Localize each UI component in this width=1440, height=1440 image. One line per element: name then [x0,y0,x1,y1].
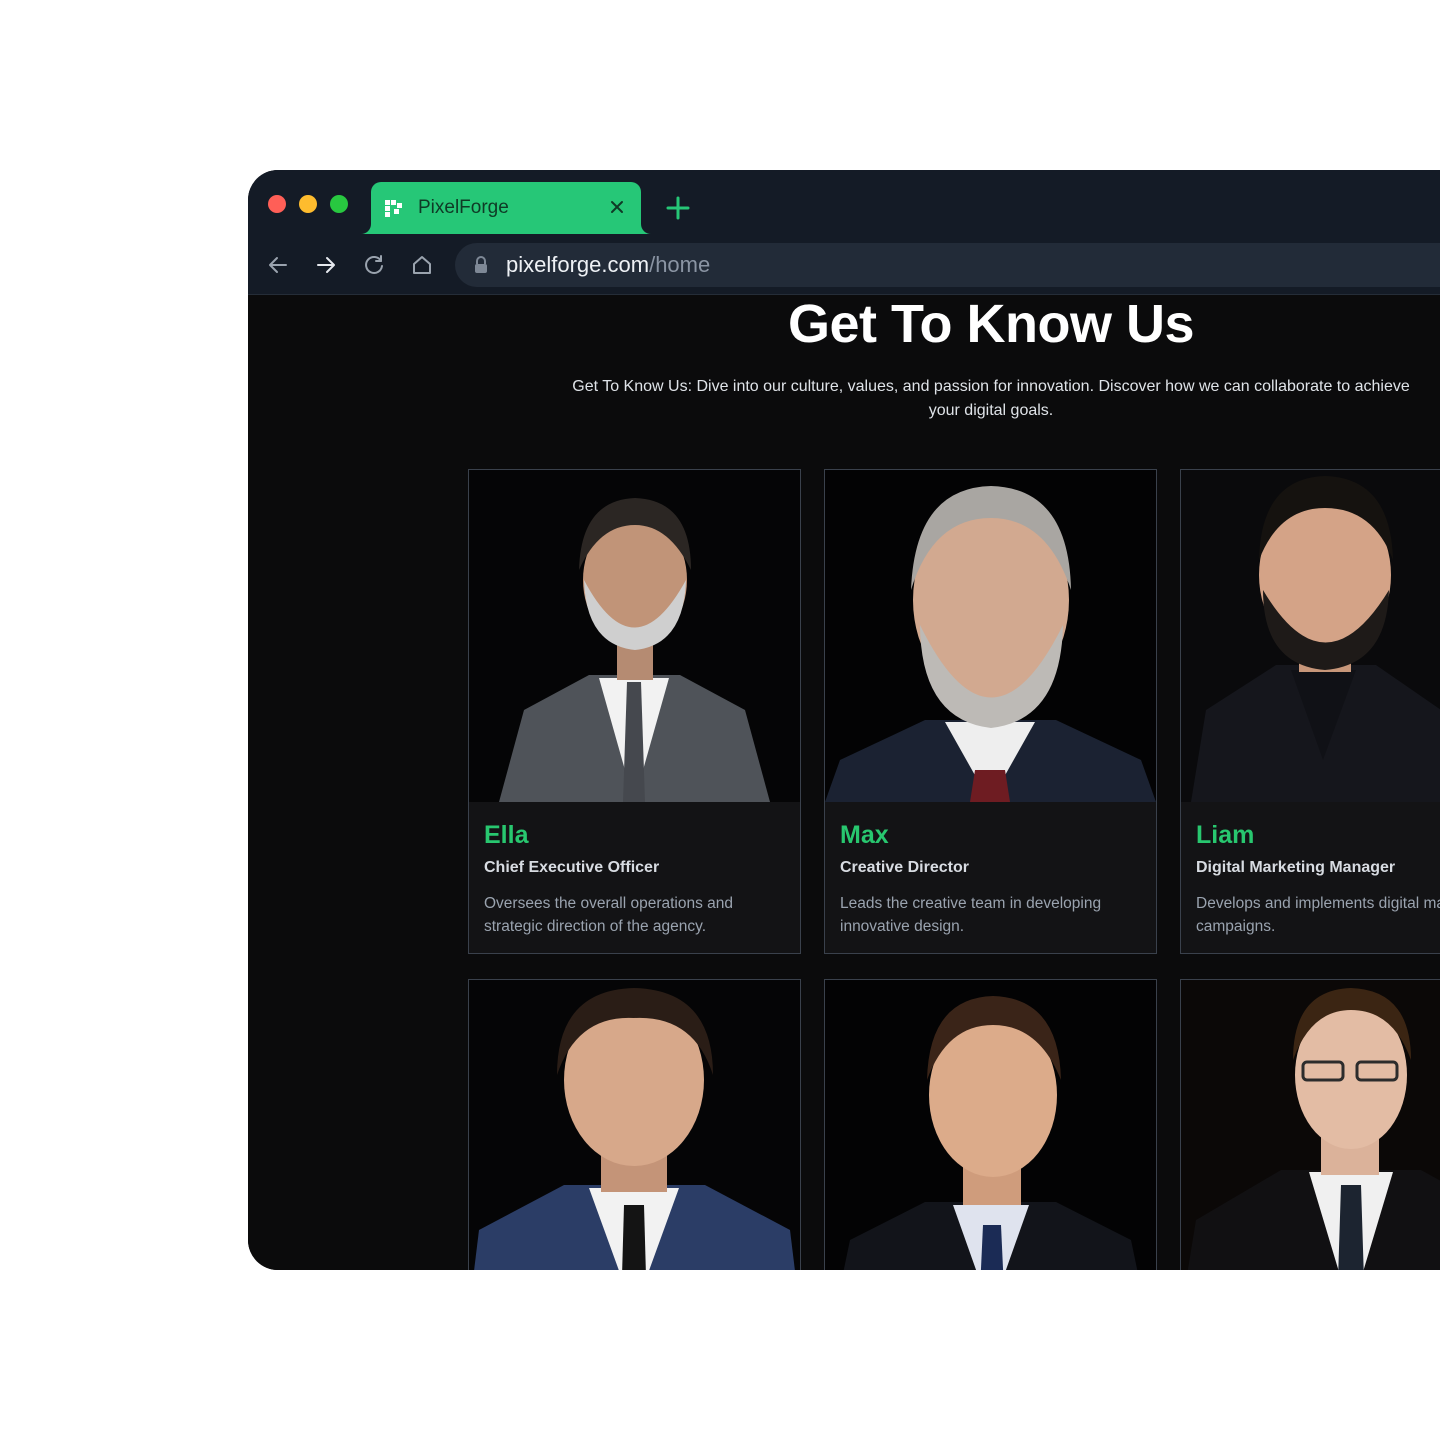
card-body: Liam Digital Marketing Manager Develops … [1196,820,1440,938]
pixelforge-logo-icon [385,200,402,217]
member-name: Ella [484,821,529,849]
navigation-bar: pixelforge.com/home [248,234,1440,295]
member-name: Liam [1196,821,1255,849]
address-bar[interactable]: pixelforge.com/home [455,243,1440,287]
team-photo [1181,980,1440,1270]
team-card-row2-2[interactable] [824,979,1157,1270]
url-text: pixelforge.com/home [506,252,710,278]
tab-bar: PixelForge [248,170,1440,234]
page-subtitle: Get To Know Us: Dive into our culture, v… [572,378,1410,419]
team-photo [825,470,1156,802]
team-card-max[interactable]: Max Creative Director Leads the creative… [824,469,1157,954]
maximize-window-button[interactable] [330,195,348,213]
member-description: Develops and implements digital marketin… [1196,895,1440,935]
forward-arrow-icon[interactable] [313,252,339,278]
member-description: Leads the creative team in developing in… [840,895,1102,935]
member-role: Chief Executive Officer [484,859,660,876]
team-photo [1181,470,1440,802]
team-photo [825,980,1156,1270]
team-card-liam[interactable]: Liam Digital Marketing Manager Develops … [1180,469,1440,954]
tab-pixelforge[interactable]: PixelForge [371,182,641,234]
member-description: Oversees the overall operations and stra… [484,895,734,935]
team-card-row2-1[interactable] [468,979,801,1270]
team-card-row2-3[interactable] [1180,979,1440,1270]
close-icon[interactable] [607,197,627,217]
plus-icon[interactable] [664,194,692,222]
reload-icon[interactable] [361,252,387,278]
member-role: Digital Marketing Manager [1196,859,1396,876]
close-window-button[interactable] [268,195,286,213]
page-title: Get To Know Us [788,294,1195,354]
team-photo [469,980,800,1270]
url-path: /home [649,252,711,277]
tab-title: PixelForge [418,197,509,218]
minimize-window-button[interactable] [299,195,317,213]
team-card-ella[interactable]: Ella Chief Executive Officer Oversees th… [468,469,801,954]
card-body: Ella Chief Executive Officer Oversees th… [484,820,792,938]
browser-window: PixelForge pixelforge.com/home Get To Kn… [248,170,1440,1270]
home-icon[interactable] [409,252,435,278]
page-content: Get To Know Us Get To Know Us: Dive into… [248,294,1440,1270]
back-arrow-icon[interactable] [265,252,291,278]
member-role: Creative Director [840,859,969,876]
lock-icon [475,256,487,273]
member-name: Max [840,821,889,849]
card-body: Max Creative Director Leads the creative… [840,820,1148,938]
team-photo [469,470,800,802]
url-domain: pixelforge.com [506,252,650,277]
